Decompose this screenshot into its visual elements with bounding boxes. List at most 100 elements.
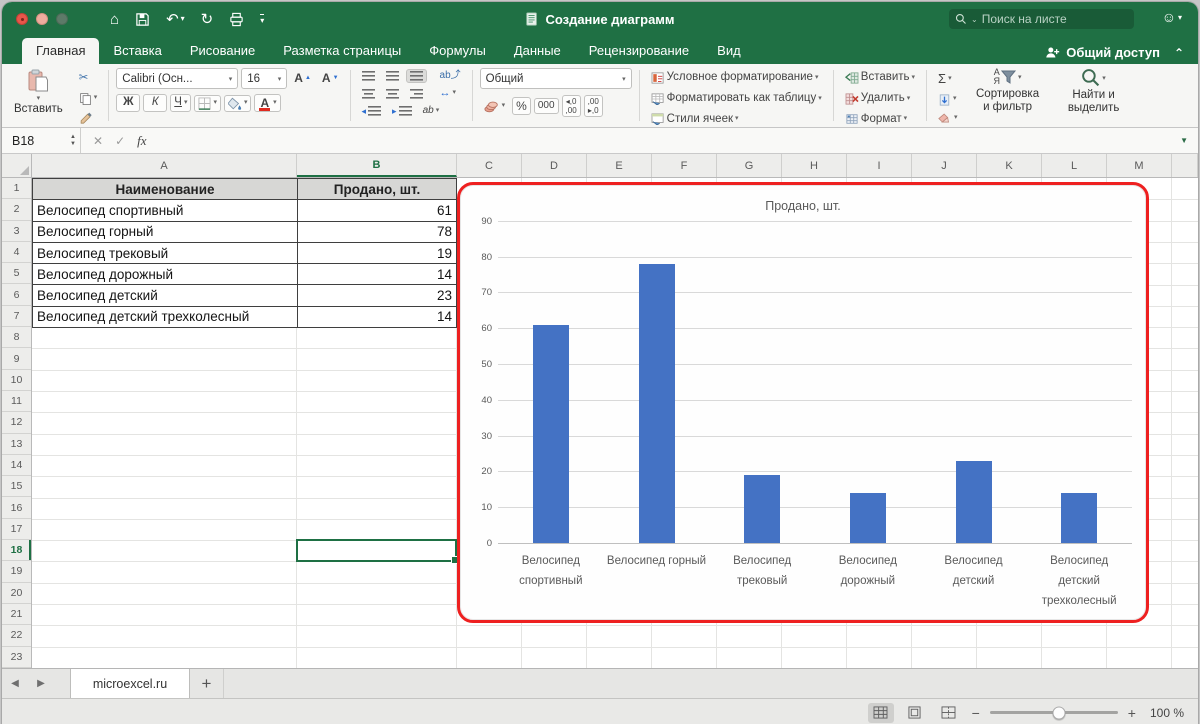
chart-bar[interactable] [955,460,992,543]
close-button[interactable] [16,13,28,25]
tab-vstavka[interactable]: Вставка [99,38,175,64]
tab-vid[interactable]: Вид [703,38,755,64]
normal-view-button[interactable] [867,702,894,723]
formula-input[interactable] [159,128,1171,153]
currency-button[interactable]: ▾ [480,98,510,115]
column-header-K[interactable]: K [977,154,1042,177]
select-all-corner[interactable] [2,154,32,177]
enter-icon[interactable]: ✓ [115,134,125,148]
row-header-17[interactable]: 17 [2,519,31,541]
tab-glavnaya[interactable]: Главная [22,38,100,64]
align-right-button[interactable] [406,87,427,101]
table-header-cell[interactable]: Продано, шт. [297,177,457,201]
cell-styles-button[interactable]: Стили ячеек ▾ [647,111,826,129]
italic-button[interactable]: К [143,94,168,113]
chart-bar[interactable] [638,263,675,543]
format-cells-button[interactable]: Формат ▾ [841,111,919,129]
increase-indent-button[interactable]: ▸ [388,104,416,119]
row-header-12[interactable]: 12 [2,412,31,434]
row-header-16[interactable]: 16 [2,497,31,519]
column-header-J[interactable]: J [912,154,977,177]
tab-recenzirovanie[interactable]: Рецензирование [575,38,703,64]
borders-button[interactable]: ▾ [194,94,221,112]
column-header-F[interactable]: F [652,154,717,177]
chart-bar[interactable] [1061,492,1098,543]
fill-button[interactable]: ▾ [934,92,962,108]
shrink-font-button[interactable]: A ▼ [318,69,343,87]
name-box-spinner[interactable]: ▲ ▼ [70,134,76,147]
home-icon[interactable]: ⌂ [110,12,119,27]
search-field[interactable]: ⌄ Поиск на листе [949,9,1134,29]
row-header-15[interactable]: 15 [2,476,31,498]
decrease-indent-button[interactable]: ◂ [358,104,386,119]
page-layout-view-button[interactable] [902,703,928,723]
feedback-control[interactable]: ☺ ▾ [1162,9,1182,25]
percent-button[interactable]: % [512,96,531,116]
cut-button[interactable]: ✂ [75,70,102,88]
zoom-out-icon[interactable]: − [970,705,982,721]
decrease-decimal-button[interactable]: ,00 ▸,0 [583,95,603,118]
align-center-button[interactable] [382,87,403,101]
delete-cells-button[interactable]: Удалить ▾ [841,90,919,108]
number-format-select[interactable]: Общий ▾ [479,68,632,89]
chart-bar[interactable] [849,492,886,543]
row-header-22[interactable]: 22 [2,625,31,647]
table-cell-value[interactable]: 14 [297,305,457,329]
column-header-E[interactable]: E [587,154,652,177]
column-header-A[interactable]: A [32,154,297,177]
table-cell-name[interactable]: Велосипед горный [32,220,298,243]
table-cell-value[interactable]: 23 [297,284,457,307]
print-icon[interactable] [229,12,244,27]
row-header-1[interactable]: 1 [2,178,31,200]
search-scope-caret-icon[interactable]: ⌄ [971,15,978,24]
minimize-button[interactable] [36,13,48,25]
thousands-button[interactable]: 000 [533,98,559,115]
zoom-window-button[interactable] [56,13,68,25]
row-header-8[interactable]: 8 [2,327,31,349]
expand-formula-bar-icon[interactable]: ▼ [1170,136,1198,145]
find-select-button[interactable]: ▾ Найти и выделить [1054,68,1134,115]
underline-button[interactable]: Ч ▾ [170,94,192,113]
row-header-5[interactable]: 5 [2,263,31,285]
table-cell-value[interactable]: 78 [297,220,457,243]
merge-center-button[interactable]: ↔ ▾ [436,85,461,102]
undo-icon[interactable]: ↶ ▾ [166,12,185,27]
tab-dannye[interactable]: Данные [500,38,575,64]
row-header-4[interactable]: 4 [2,242,31,264]
table-cell-value[interactable]: 14 [297,263,457,286]
table-cell-value[interactable]: 61 [297,199,457,222]
row-header-6[interactable]: 6 [2,284,31,306]
zoom-slider[interactable] [989,706,1118,719]
zoom-slider-knob[interactable] [1052,706,1066,719]
column-header-H[interactable]: H [782,154,847,177]
row-header-10[interactable]: 10 [2,370,31,391]
bold-button[interactable]: Ж [116,94,141,113]
sort-filter-button[interactable]: АЯ ▾ Сортировка и фильтр [968,68,1048,114]
redo-icon[interactable]: ↻ [201,12,214,27]
tab-formuly[interactable]: Формулы [415,38,500,64]
collapse-ribbon-icon[interactable]: ⌃ [1174,46,1184,60]
table-cell-name[interactable]: Велосипед детский [32,284,298,307]
autosum-button[interactable]: Σ ▾ [934,69,962,89]
row-header-20[interactable]: 20 [2,583,31,604]
save-icon[interactable] [135,12,150,27]
zoom-in-icon[interactable]: + [1126,705,1138,721]
add-sheet-button[interactable]: + [190,669,224,698]
table-cell-name[interactable]: Велосипед спортивный [32,199,298,222]
row-header-19[interactable]: 19 [2,561,31,583]
zoom-level[interactable]: 100 % [1150,706,1184,720]
next-sheet-icon[interactable]: ▶ [28,669,54,698]
copy-button[interactable]: ▾ [75,90,102,107]
row-header-9[interactable]: 9 [2,348,31,370]
font-size-select[interactable]: 16 ▾ [241,68,288,89]
row-header-13[interactable]: 13 [2,434,31,455]
increase-decimal-button[interactable]: ◂,0 ,00 [561,95,581,118]
chart-bar[interactable] [744,474,781,543]
column-header-G[interactable]: G [717,154,782,177]
worksheet-grid[interactable]: ABCDEFGHIJKLM 1 2 3 4 5 6 7 8 9 10 11 12 13 14 15 16 17 1… [2,154,1198,668]
paste-button[interactable]: ▾ Вставить [8,68,69,116]
align-top-button[interactable] [358,69,379,83]
tab-risovanie[interactable]: Рисование [176,38,269,64]
clear-button[interactable]: ▾ [934,111,962,126]
column-header-C[interactable]: C [457,154,522,177]
